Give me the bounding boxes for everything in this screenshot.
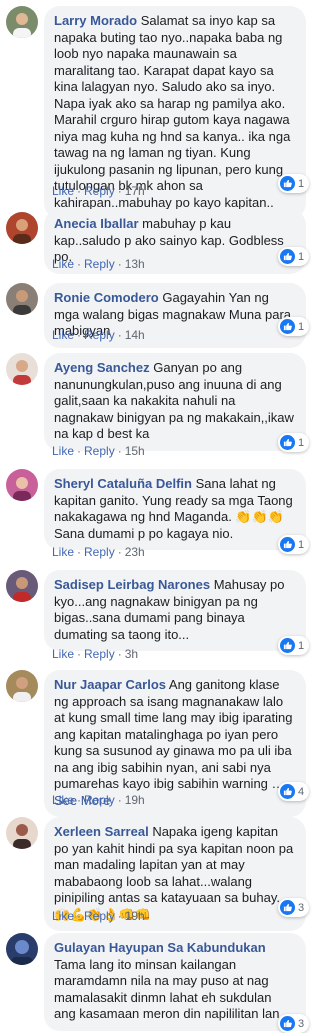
reply-link[interactable]: Reply (84, 328, 115, 342)
reply-link[interactable]: Reply (84, 444, 115, 458)
comment-bubble: Sheryl Cataluña Delfin Sana lahat ng kap… (44, 469, 306, 550)
comment-actions: Like · Reply · 14h (52, 328, 145, 342)
like-link[interactable]: Like (52, 257, 74, 271)
reaction-badge[interactable]: 3 (278, 898, 310, 917)
reaction-count: 1 (298, 320, 305, 333)
thumbs-up-icon (280, 537, 295, 552)
comment-author[interactable]: Ayeng Sanchez (54, 360, 150, 375)
comment-timestamp[interactable]: 19h (125, 793, 145, 807)
reaction-count: 1 (298, 250, 305, 263)
thumbs-up-icon (280, 249, 295, 264)
comment-timestamp[interactable]: 23h (125, 545, 145, 559)
comment-author[interactable]: Sadisep Leirbag Narones (54, 577, 210, 592)
avatar[interactable] (6, 212, 38, 244)
comment-timestamp[interactable]: 13h (125, 257, 145, 271)
comment-actions: Like · Reply · 3h (52, 647, 139, 661)
avatar[interactable] (6, 6, 38, 38)
comment-author[interactable]: Xerleen Sarreal (54, 824, 149, 839)
reaction-badge[interactable]: 1 (278, 535, 310, 554)
comment-actions: Like · Reply · 13h (52, 257, 145, 271)
comment-author[interactable]: Nur Jaapar Carlos (54, 677, 166, 692)
reaction-badge[interactable]: 4 (278, 782, 310, 801)
thumbs-up-icon (280, 176, 295, 191)
like-link[interactable]: Like (52, 647, 74, 661)
reply-link[interactable]: Reply (84, 909, 115, 923)
reaction-count: 3 (298, 901, 305, 914)
comment-bubble: Sadisep Leirbag Narones Mahusay po kyo..… (44, 570, 306, 651)
reaction-badge[interactable]: 1 (278, 174, 310, 193)
comments-feed: Larry Morado Salamat sa inyo kap sa napa… (0, 0, 329, 1033)
reply-link[interactable]: Reply (84, 793, 115, 807)
avatar[interactable] (6, 570, 38, 602)
reaction-badge[interactable]: 1 (278, 636, 310, 655)
like-link[interactable]: Like (52, 793, 74, 807)
comment-timestamp[interactable]: 3h (125, 647, 138, 661)
comment-text: Ang ganitong klase ng approach sa isang … (54, 677, 293, 791)
comment-author[interactable]: Anecia Iballar (54, 216, 139, 231)
comment-bubble: Gulayan Hayupan Sa Kabundukan Tama lang … (44, 933, 306, 1031)
reaction-count: 4 (298, 785, 305, 798)
comment-actions: Like · Reply · 15h (52, 444, 145, 458)
comment-text: Salamat sa inyo kap sa napaka buting tao… (54, 13, 291, 210)
comment-author[interactable]: Gulayan Hayupan Sa Kabundukan (54, 940, 266, 955)
thumbs-up-icon (280, 784, 295, 799)
reply-link[interactable]: Reply (84, 647, 115, 661)
reaction-count: 1 (298, 639, 305, 652)
thumbs-up-icon (280, 900, 295, 915)
reply-link[interactable]: Reply (84, 545, 115, 559)
comment-timestamp[interactable]: 17h (125, 184, 145, 198)
comment-text: Tama lang ito minsan kailangan maramdamn… (54, 956, 280, 1022)
reaction-count: 1 (298, 538, 305, 551)
reaction-count: 1 (298, 436, 305, 449)
comment-actions: Like · Reply · 19h (52, 909, 145, 923)
thumbs-up-icon (280, 435, 295, 450)
like-link[interactable]: Like (52, 328, 74, 342)
comment-author[interactable]: Ronie Comodero (54, 290, 159, 305)
comment-actions: Like · Reply · 23h (52, 545, 145, 559)
reaction-badge[interactable]: 1 (278, 317, 310, 336)
like-link[interactable]: Like (52, 184, 74, 198)
avatar[interactable] (6, 933, 38, 965)
reply-link[interactable]: Reply (84, 257, 115, 271)
comment-actions: Like · Reply · 17h (52, 184, 145, 198)
thumbs-up-icon (280, 638, 295, 653)
reaction-count: 1 (298, 177, 305, 190)
avatar[interactable] (6, 670, 38, 702)
avatar[interactable] (6, 817, 38, 849)
avatar[interactable] (6, 283, 38, 315)
reaction-badge[interactable]: 1 (278, 433, 310, 452)
avatar[interactable] (6, 469, 38, 501)
comment-timestamp[interactable]: 15h (125, 444, 145, 458)
like-link[interactable]: Like (52, 909, 74, 923)
comment-author[interactable]: Larry Morado (54, 13, 137, 28)
comment-bubble: Ayeng Sanchez Ganyan po ang nanunungkula… (44, 353, 306, 451)
reaction-badge[interactable]: 1 (278, 247, 310, 266)
comment-actions: Like · Reply · 19h (52, 793, 145, 807)
like-link[interactable]: Like (52, 444, 74, 458)
like-link[interactable]: Like (52, 545, 74, 559)
thumbs-up-icon (280, 319, 295, 334)
reply-link[interactable]: Reply (84, 184, 115, 198)
comment-timestamp[interactable]: 14h (125, 328, 145, 342)
avatar[interactable] (6, 353, 38, 385)
comment-timestamp[interactable]: 19h (125, 909, 145, 923)
comment-author[interactable]: Sheryl Cataluña Delfin (54, 476, 192, 491)
